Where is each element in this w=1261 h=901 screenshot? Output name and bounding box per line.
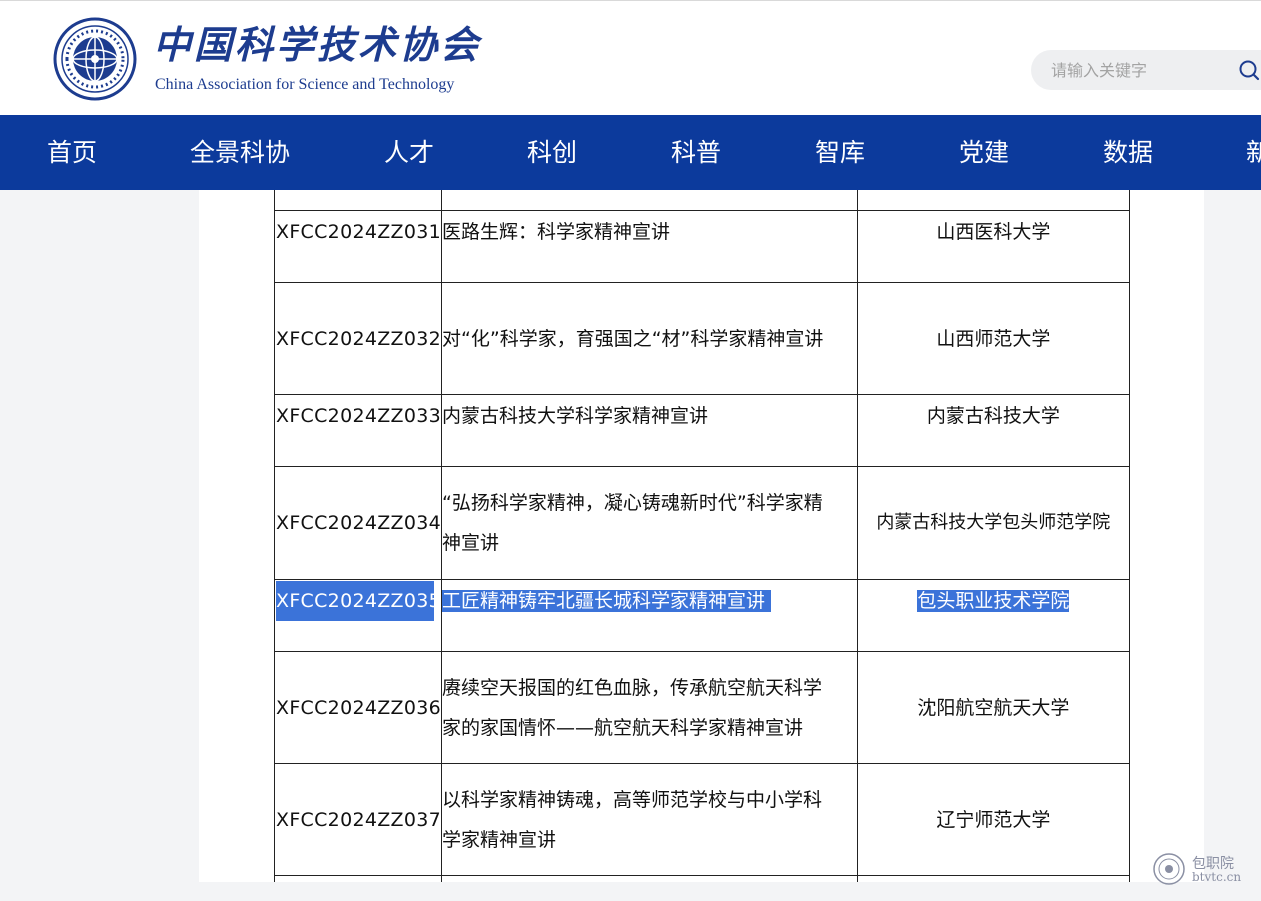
table-cell-code (274, 190, 443, 211)
project-code: XFCC2024ZZ037 (276, 808, 442, 831)
project-title: 以科学家精神铸魂，高等师范学校与中小学科学家精神宣讲 (442, 788, 823, 851)
nav-item-overview[interactable]: 全景科协 (190, 115, 290, 190)
nav-item-popular-science[interactable]: 科普 (671, 115, 721, 190)
project-org: 沈阳航空航天大学 (917, 696, 1070, 719)
project-table: XFCC2024ZZ031 医路生辉：科学家精神宣讲 山西医科大学 XFCC20… (274, 190, 1130, 882)
nav-item-news[interactable]: 新 (1246, 115, 1261, 190)
watermark-text-domain: btvtc.cn (1192, 870, 1242, 884)
table-row: XFCC2024ZZ036 赓续空天报国的红色血脉，传承航空航天科学家的家国情怀… (274, 651, 1130, 764)
project-code: XFCC2024ZZ034 (276, 512, 442, 534)
search-icon[interactable] (1238, 59, 1260, 81)
table-cell-title: 医路生辉：科学家精神宣讲 (441, 210, 858, 283)
search-input[interactable] (1051, 50, 1231, 90)
site-header: 中国科学技术协会 China Association for Science a… (0, 0, 1261, 115)
project-title: 内蒙古科技大学科学家精神宣讲 (442, 405, 709, 427)
table-cell-org: 内蒙古科技大学 (856, 394, 1130, 467)
table-cell-code: XFCC2024ZZ036 (274, 651, 443, 764)
project-org: 辽宁师范大学 (936, 808, 1051, 831)
table-cell-title: 内蒙古科技大学科学家精神宣讲 (441, 394, 858, 467)
table-cell-title: 工匠精神铸牢北疆长城科学家精神宣讲 (441, 579, 858, 652)
project-code: XFCC2024ZZ033 (276, 405, 442, 427)
table-cell-code: XFCC2024ZZ037 (274, 763, 443, 876)
table-row: XFCC2024ZZ033 内蒙古科技大学科学家精神宣讲 内蒙古科技大学 (274, 394, 1130, 467)
project-org: 内蒙古科技大学 (926, 405, 1060, 427)
nav-item-innovation[interactable]: 科创 (527, 115, 577, 190)
logo-title-cn[interactable]: 中国科学技术协会 (153, 17, 481, 73)
project-org: 包头职业技术学院 (917, 590, 1070, 612)
table-cell-org: 辽宁师范大学 (856, 763, 1130, 876)
table-row: XFCC2024ZZ037 以科学家精神铸魂，高等师范学校与中小学科学家精神宣讲… (274, 763, 1130, 876)
table-cell-title: 对“化”科学家，育强国之“材”科学家精神宣讲 (441, 282, 858, 395)
nav-item-think-tank[interactable]: 智库 (815, 115, 865, 190)
table-row: XFCC2024ZZ035 工匠精神铸牢北疆长城科学家精神宣讲 包头职业技术学院 (274, 579, 1130, 652)
table-cell-title: 以科学家精神铸魂，高等师范学校与中小学科学家精神宣讲 (441, 763, 858, 876)
project-title: 对“化”科学家，育强国之“材”科学家精神宣讲 (442, 327, 824, 350)
nav-item-talent[interactable]: 人才 (384, 115, 434, 190)
table-cell-code: XFCC2024ZZ035 (274, 579, 443, 652)
watermark-seal-icon (1153, 853, 1185, 885)
project-code: XFCC2024ZZ035 (276, 581, 441, 621)
project-title: 医路生辉：科学家精神宣讲 (442, 221, 671, 243)
table-cell-org: 沈阳航空航天大学 (856, 651, 1130, 764)
table-cell-title (441, 190, 858, 211)
nav-item-data[interactable]: 数据 (1103, 115, 1153, 190)
project-title: 赓续空天报国的红色血脉，传承航空航天科学家的家国情怀——航空航天科学家精神宣讲 (442, 676, 823, 739)
nav-item-home[interactable]: 首页 (47, 115, 97, 190)
table-cell-org: 山西师范大学 (856, 282, 1130, 395)
table-cell-org: 内蒙古科技大学包头师范学院 (856, 466, 1130, 580)
table-row: XFCC2024ZZ034 “弘扬科学家精神，凝心铸魂新时代”科学家精神宣讲 内… (274, 466, 1130, 580)
table-cell-code: XFCC2024ZZ033 (274, 394, 443, 467)
table-cell-title: 赓续空天报国的红色血脉，传承航空航天科学家的家国情怀——航空航天科学家精神宣讲 (441, 651, 858, 764)
logo-title-en[interactable]: China Association for Science and Techno… (155, 74, 454, 96)
project-org: 内蒙古科技大学包头师范学院 (876, 512, 1111, 533)
project-title: “弘扬科学家精神，凝心铸魂新时代”科学家精神宣讲 (442, 492, 823, 554)
table-row: XFCC2024ZZ031 医路生辉：科学家精神宣讲 山西医科大学 (274, 210, 1130, 283)
page-bottom-strip (0, 882, 1261, 901)
table-cell-org (856, 190, 1130, 211)
table-cell-org: 包头职业技术学院 (856, 579, 1130, 652)
table-row (274, 190, 1130, 211)
table-row: XFCC2024ZZ032 对“化”科学家，育强国之“材”科学家精神宣讲 山西师… (274, 282, 1130, 395)
table-cell-code: XFCC2024ZZ031 (274, 210, 443, 283)
search-box (1031, 50, 1261, 90)
watermark: 包职院 btvtc.cn (1152, 852, 1252, 886)
nav-item-party-building[interactable]: 党建 (959, 115, 1009, 190)
project-code: XFCC2024ZZ032 (276, 327, 442, 350)
project-title: 工匠精神铸牢北疆长城科学家精神宣讲 (442, 590, 772, 612)
cast-emblem-icon[interactable] (53, 17, 137, 101)
table-cell-code: XFCC2024ZZ032 (274, 282, 443, 395)
project-table-container: XFCC2024ZZ031 医路生辉：科学家精神宣讲 山西医科大学 XFCC20… (274, 190, 1130, 882)
project-org: 山西师范大学 (936, 327, 1051, 350)
project-code: XFCC2024ZZ031 (276, 221, 442, 243)
table-cell-org: 山西医科大学 (856, 210, 1130, 283)
main-nav: 首页 全景科协 人才 科创 科普 智库 党建 数据 新 (0, 115, 1261, 190)
table-cell-code: XFCC2024ZZ034 (274, 466, 443, 580)
project-org: 山西医科大学 (936, 221, 1051, 243)
project-code: XFCC2024ZZ036 (276, 696, 442, 719)
table-cell-title: “弘扬科学家精神，凝心铸魂新时代”科学家精神宣讲 (441, 466, 858, 580)
